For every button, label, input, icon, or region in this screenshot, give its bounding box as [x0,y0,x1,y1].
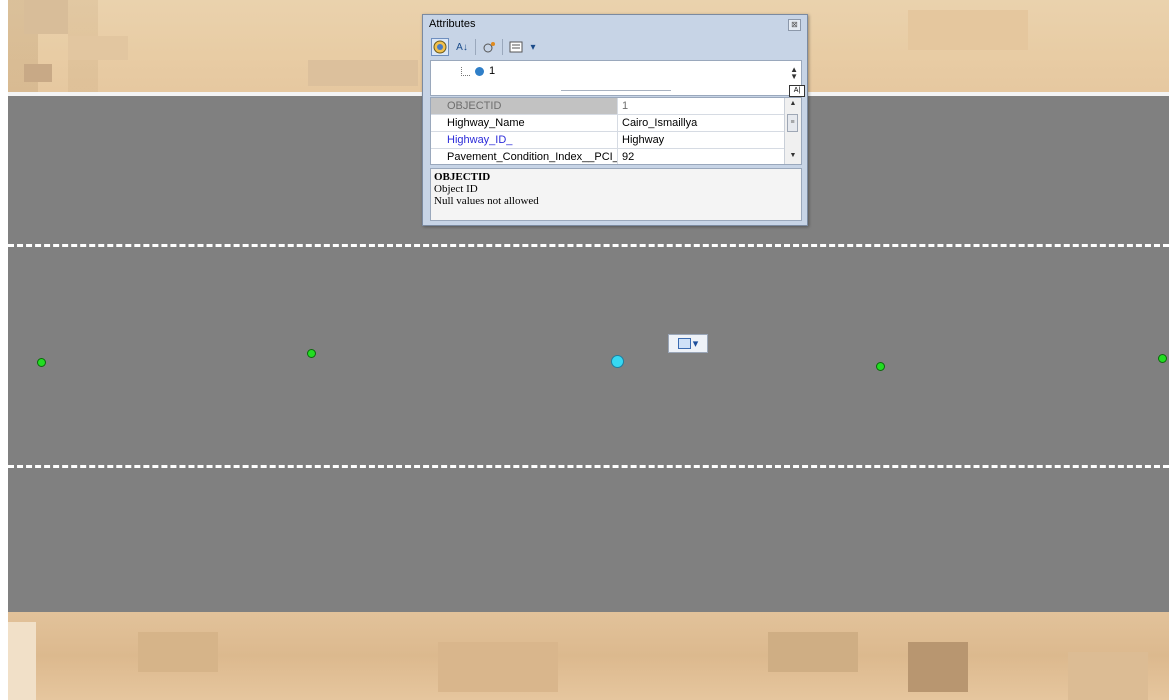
close-icon[interactable]: ⊠ [788,19,801,31]
lane-marking-upper [8,244,1169,247]
attributes-window[interactable]: Attributes ⊠ A↓ ▾ 1 ▲ ▼ A| OBJECTID 1 Hig… [422,14,808,226]
scroll-up-icon[interactable]: ▲ [785,100,801,107]
attribute-row[interactable]: Highway_Name Cairo_Ismaillya [431,115,786,132]
chevron-down-icon[interactable]: ▾ [529,38,537,56]
sort-az-icon[interactable]: A↓ [453,38,471,56]
description-title: OBJECTID [434,171,491,183]
list-by-layer-icon[interactable] [431,38,449,56]
description-alias: Object ID [434,183,478,195]
options-list-icon[interactable] [507,38,525,56]
feature-vertex[interactable] [1158,354,1167,363]
description-nullability: Null values not allowed [434,195,539,207]
field-description-panel: OBJECTID Object ID Null values not allow… [430,168,802,221]
scroll-thumb[interactable]: ≡ [787,114,798,132]
pane-splitter[interactable] [561,90,671,91]
feature-tree[interactable]: 1 ▲ ▼ [430,60,802,96]
map-left-margin [0,0,8,700]
feature-vertex[interactable] [307,349,316,358]
chevron-down-icon[interactable]: ▾ [693,337,699,350]
field-name: Pavement_Condition_Index__PCI_ [431,149,618,164]
feature-vertex[interactable] [876,362,885,371]
selected-feature-vertex[interactable] [611,355,624,368]
toolbar-separator [475,39,476,55]
edit-vertices-icon[interactable] [677,338,691,349]
edit-mini-toolbar[interactable]: ▾ [668,334,708,353]
ground-imagery-bottom [8,612,1169,700]
field-value[interactable]: Highway [619,132,786,148]
window-title: Attributes [429,18,476,30]
tree-scroll-spinner[interactable]: ▲ ▼ [790,66,798,81]
field-view-toggle[interactable]: A| [789,85,805,97]
toolbar-separator [502,39,503,55]
tree-connector [461,67,470,76]
identify-icon[interactable] [480,38,498,56]
attribute-row[interactable]: OBJECTID 1 [431,98,786,115]
scroll-down-icon[interactable]: ▼ [785,152,801,159]
field-value[interactable]: 92 [619,149,786,164]
field-name: OBJECTID [431,98,618,114]
feature-node-icon [475,67,484,76]
field-name: Highway_ID_ [431,132,618,148]
lane-marking-lower [8,465,1169,468]
attribute-grid[interactable]: OBJECTID 1 Highway_Name Cairo_Ismaillya … [430,97,802,165]
tree-feature-label[interactable]: 1 [489,65,495,77]
attribute-row[interactable]: Highway_ID_ Highway [431,132,786,149]
field-value[interactable]: 1 [619,98,786,114]
grid-scrollbar[interactable]: ▲ ≡ ▼ [784,98,801,164]
attributes-toolbar: A↓ ▾ [431,37,801,57]
attribute-row[interactable]: Pavement_Condition_Index__PCI_ 92 [431,149,786,164]
feature-vertex[interactable] [37,358,46,367]
field-value[interactable]: Cairo_Ismaillya [619,115,786,131]
field-name: Highway_Name [431,115,618,131]
